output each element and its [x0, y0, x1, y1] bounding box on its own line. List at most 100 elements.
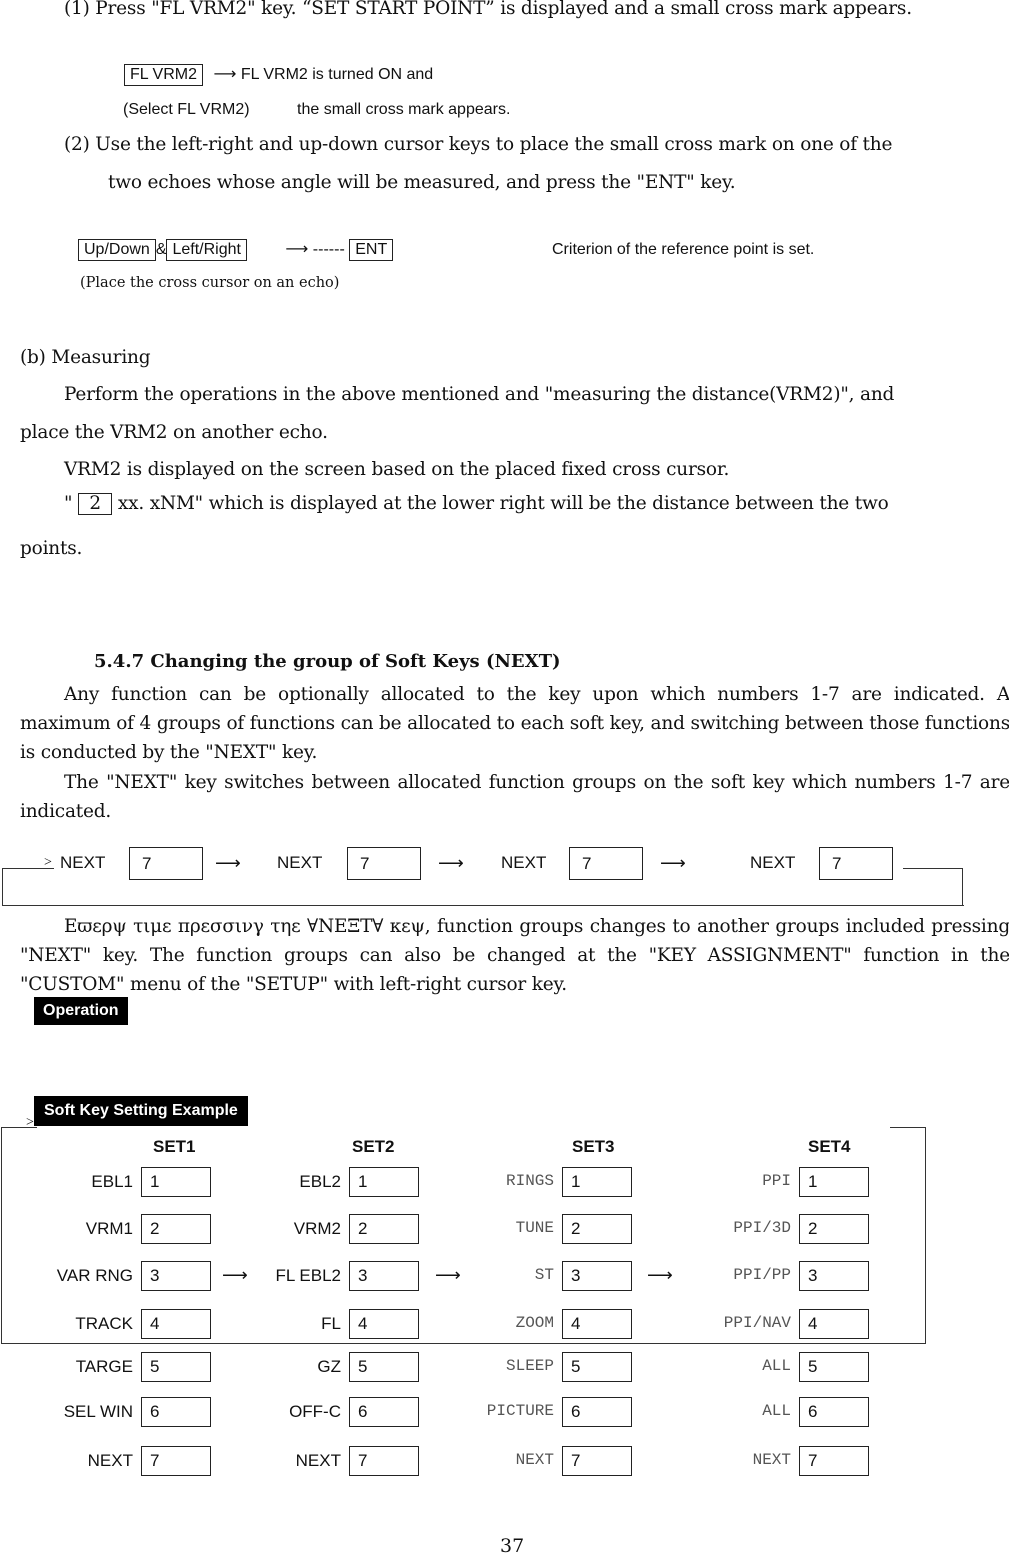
measuring-line3: VRM2 is displayed on the screen based on… [64, 459, 730, 480]
step1-result2: the small cross mark appears. [297, 101, 511, 118]
set4-header: SET4 [808, 1137, 851, 1156]
arrow-icon: ⟶ [438, 853, 464, 873]
step1-instruction: (1) Press "FL VRM2" key. “SET START POIN… [64, 0, 912, 19]
step2-diagram: Up/Down & Left/Right ⟶ ------ ENT [78, 239, 394, 261]
soft-key-box: 2 [799, 1214, 869, 1244]
soft-key-box: 2 [141, 1214, 211, 1244]
measuring-line4: " 2 xx. xNM" which is displayed at the low… [64, 493, 889, 515]
next-key-box: 7 [347, 847, 421, 880]
soft-key-box: 5 [141, 1352, 211, 1382]
set3-header: SET3 [572, 1137, 615, 1156]
example-title: Soft Key Setting Example [34, 1096, 248, 1126]
soft-key-box: 2 [349, 1214, 419, 1244]
quote: " [64, 493, 73, 514]
step2-line2: two echoes whose angle will be measured,… [108, 172, 736, 193]
soft-key-box: 7 [562, 1446, 632, 1476]
measuring-line1: Perform the operations in the above ment… [64, 384, 895, 405]
soft-key-label: FL [321, 1314, 341, 1333]
arrow-icon: ⟶ ------ [285, 241, 345, 258]
soft-key-box: 3 [799, 1261, 869, 1291]
measuring-line5: points. [20, 538, 83, 559]
soft-key-box: 4 [562, 1309, 632, 1339]
soft-key-label: FL EBL2 [275, 1266, 341, 1285]
arrow-icon: ⟶ [213, 66, 237, 83]
soft-key-label: SEL WIN [63, 1402, 133, 1421]
soft-key-box: 5 [349, 1352, 419, 1382]
step1-result: FL VRM2 is turned ON and [240, 66, 434, 83]
section-para1: Any function can be optionally allocated… [20, 684, 1009, 763]
next-key-box: 7 [129, 847, 203, 880]
soft-key-label: NEXT [87, 1451, 133, 1470]
next-label: NEXT [501, 853, 547, 872]
section-para3: Eϖερψ τιμε πρεσσινγ τηε ∀ΝΕΞΤ∀ κεψ, func… [20, 916, 1009, 995]
vrm2-indicator-key: 2 [78, 493, 112, 515]
soft-key-label: TARGE [75, 1357, 133, 1376]
operation-tag: Operation [34, 997, 128, 1025]
soft-key-box: 7 [799, 1446, 869, 1476]
next-label: NEXT [750, 853, 796, 872]
soft-key-label: ALL [762, 1357, 791, 1375]
soft-key-label: TRACK [75, 1314, 133, 1333]
soft-key-label: PPI/3D [733, 1219, 791, 1237]
soft-key-label: RINGS [505, 1172, 554, 1190]
fl-vrm2-key: FL VRM2 [124, 64, 203, 86]
measuring-line2: place the VRM2 on another echo. [20, 422, 328, 443]
soft-key-box: 1 [562, 1167, 632, 1197]
measuring-heading: (b) Measuring [20, 347, 151, 368]
soft-key-label: SLEEP [505, 1357, 554, 1375]
soft-key-label: OFF-C [289, 1402, 341, 1421]
arrow-icon: ⟶ [215, 853, 241, 873]
soft-key-label: ZOOM [515, 1314, 554, 1332]
soft-key-box: 1 [349, 1167, 419, 1197]
arrow-icon: ⟶ [647, 1265, 673, 1285]
soft-key-label: NEXT [295, 1451, 341, 1470]
step2-note: (Place the cross cursor on an echo) [80, 275, 340, 291]
soft-key-label: GZ [317, 1357, 341, 1376]
soft-key-label: TUNE [515, 1219, 554, 1237]
next-key-box: 7 [819, 847, 893, 880]
soft-key-label: VRM2 [293, 1219, 341, 1238]
step1-diagram: FL VRM2 ⟶ FL VRM2 is turned ON and [124, 64, 433, 86]
soft-key-label: EBL1 [91, 1172, 133, 1191]
soft-key-label: NEXT [752, 1451, 791, 1469]
soft-key-label: VAR RNG [56, 1266, 133, 1285]
set1-header: SET1 [153, 1137, 196, 1156]
soft-key-label: PPI/NAV [723, 1314, 791, 1332]
soft-key-box: 6 [349, 1397, 419, 1427]
soft-key-box: 1 [799, 1167, 869, 1197]
soft-key-box: 4 [799, 1309, 869, 1339]
soft-key-box: 6 [799, 1397, 869, 1427]
ampersand: & [155, 241, 167, 258]
soft-key-box: 3 [141, 1261, 211, 1291]
soft-key-box: 3 [562, 1261, 632, 1291]
step1-note: (Select FL VRM2) [123, 101, 250, 118]
soft-key-box: 4 [349, 1309, 419, 1339]
soft-key-box: 7 [349, 1446, 419, 1476]
soft-key-label: EBL2 [299, 1172, 341, 1191]
arrow-icon: ⟶ [660, 853, 686, 873]
ent-key: ENT [349, 239, 394, 261]
soft-key-box: 5 [799, 1352, 869, 1382]
next-label: NEXT [60, 853, 106, 872]
soft-key-box: 5 [562, 1352, 632, 1382]
soft-key-label: ST [534, 1266, 554, 1284]
step2-line1: (2) Use the left-right and up-down curso… [64, 134, 893, 155]
next-key-box: 7 [569, 847, 643, 880]
left-right-key: Left/Right [166, 239, 247, 261]
soft-key-box: 3 [349, 1261, 419, 1291]
set2-header: SET2 [352, 1137, 395, 1156]
line4-text: xx. xNM" which is displayed at the lower… [117, 493, 889, 514]
arrow-icon: > [44, 855, 52, 870]
soft-key-label: ALL [762, 1402, 791, 1420]
soft-key-label: VRM1 [85, 1219, 133, 1238]
up-down-key: Up/Down [78, 239, 156, 261]
section-para2: The "NEXT" key switches between allocate… [20, 772, 1009, 822]
soft-key-label: NEXT [515, 1451, 554, 1469]
arrow-icon: > [26, 1115, 34, 1130]
soft-key-label: PPI [762, 1172, 791, 1190]
soft-key-box: 1 [141, 1167, 211, 1197]
next-label: NEXT [277, 853, 323, 872]
section-title: 5.4.7 Changing the group of Soft Keys (N… [94, 651, 561, 672]
soft-key-box: 6 [141, 1397, 211, 1427]
soft-key-label: PPI/PP [733, 1266, 791, 1284]
